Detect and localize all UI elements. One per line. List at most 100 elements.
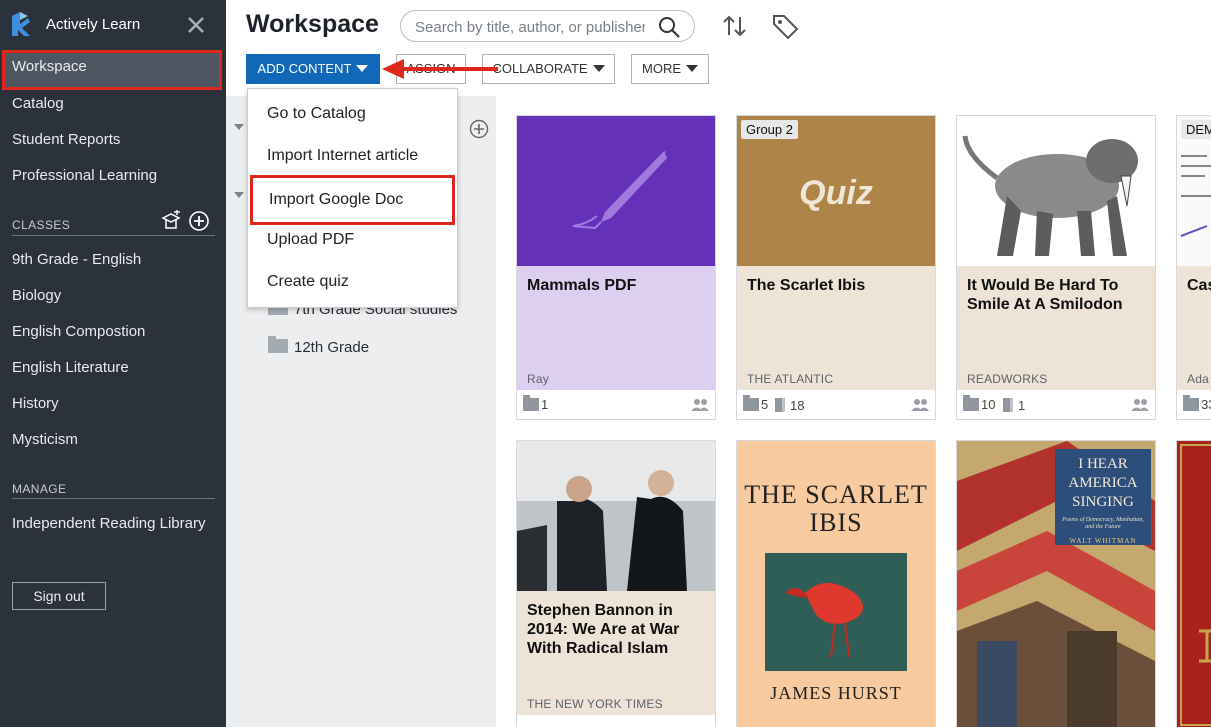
cover-author: WALT WHITMAN [1069, 537, 1137, 545]
book-cover: The Scarlet Ibis James Hurst [737, 441, 935, 727]
card-footer: 5 18 [737, 390, 935, 419]
content-card[interactable] [1176, 440, 1211, 727]
collaborate-button[interactable]: COLLABORATE [482, 54, 615, 84]
card-title: Mammals PDF [527, 277, 637, 294]
book-cover [1177, 441, 1211, 727]
class-label: History [12, 395, 59, 412]
class-actions [160, 210, 210, 232]
quill-icon [572, 151, 667, 230]
card-cover [957, 116, 1155, 266]
nav-workspace[interactable]: Workspace [2, 50, 222, 90]
nav-label: Student Reports [12, 131, 121, 148]
card-source: Ada [1187, 372, 1209, 386]
menu-upload-pdf[interactable]: Upload PDF [248, 220, 457, 260]
book-count-value: 1 [1018, 398, 1026, 413]
card-body: Cas Ada [1177, 266, 1211, 390]
cover-author: James Hurst [770, 683, 902, 703]
card-footer: 1 [517, 390, 715, 419]
class-item[interactable]: 9th Grade - English [2, 243, 222, 277]
group-badge: Group 2 [741, 120, 798, 139]
nav-professional-learning[interactable]: Professional Learning [2, 159, 222, 193]
news-photo [517, 441, 715, 591]
more-button[interactable]: MORE [631, 54, 709, 84]
folder-count: 1 [523, 395, 549, 412]
more-label: MORE [642, 61, 681, 76]
card-cover [517, 441, 715, 591]
folder-count-value: 5 [761, 397, 769, 412]
book-cover: I Hear America Singing Poems of Democrac… [957, 441, 1155, 727]
class-item[interactable]: English Literature [2, 351, 222, 385]
caret-down-icon[interactable] [234, 192, 244, 198]
folder-count-value: 33 [1201, 397, 1211, 412]
nav-student-reports[interactable]: Student Reports [2, 123, 222, 157]
demo-badge: DEM [1181, 120, 1211, 139]
people-icon [691, 399, 709, 411]
content-card[interactable]: DEM Cas Ada 33 [1176, 115, 1211, 420]
tag-icon[interactable] [770, 11, 800, 41]
sort-icon[interactable] [720, 11, 750, 41]
add-circle-icon[interactable] [188, 210, 210, 232]
card-body: Mammals PDF Ray [517, 266, 715, 390]
folder-count: 5 [743, 395, 769, 412]
content-card[interactable]: The Scarlet Ibis James Hurst [736, 440, 936, 727]
menu-import-google-doc[interactable]: Import Google Doc [250, 175, 455, 225]
search-box [400, 10, 695, 42]
sign-out-button[interactable]: Sign out [12, 582, 106, 610]
menu-create-quiz[interactable]: Create quiz [248, 262, 457, 302]
card-source: THE NEW YORK TIMES [527, 697, 663, 711]
people-icon [1131, 399, 1149, 411]
folder-count-value: 1 [541, 397, 549, 412]
folder-item[interactable]: 12th Grade [268, 336, 369, 359]
menu-import-internet-article[interactable]: Import Internet article [248, 136, 457, 176]
folder-icon [268, 336, 288, 353]
content-grid: Mammals PDF Ray 1 Quiz Group 2 The Scarl… [496, 96, 1211, 727]
class-item[interactable]: English Compostion [2, 315, 222, 349]
folder-count: 33 [1183, 395, 1211, 412]
card-title: The Scarlet Ibis [747, 277, 866, 294]
divider [12, 235, 215, 236]
menu-go-to-catalog[interactable]: Go to Catalog [248, 94, 457, 134]
folder-count-value: 10 [981, 397, 996, 412]
folder-icon [743, 395, 759, 411]
content-card[interactable]: Stephen Bannon in 2014: We Are at War Wi… [516, 440, 716, 727]
manage-label: Independent Reading Library [12, 515, 206, 532]
nav-label: Professional Learning [12, 167, 158, 184]
add-folder-icon[interactable] [469, 119, 489, 139]
actively-learn-logo-icon [12, 12, 30, 36]
independent-reading-library[interactable]: Independent Reading Library [2, 507, 222, 541]
nav-label: Catalog [12, 95, 64, 112]
card-source: Ray [527, 372, 549, 386]
nav-catalog[interactable]: Catalog [2, 87, 222, 121]
class-label: English Literature [12, 359, 129, 376]
add-content-label: ADD CONTENT [257, 61, 352, 76]
search-input[interactable] [415, 17, 645, 37]
add-content-button[interactable]: ADD CONTENT [246, 54, 380, 84]
content-card[interactable]: I Hear America Singing Poems of Democrac… [956, 440, 1156, 727]
content-card[interactable]: It Would Be Hard To Smile At A Smilodon … [956, 115, 1156, 420]
class-item[interactable]: Mysticism [2, 423, 222, 457]
book-count: 1 [1003, 398, 1026, 413]
cover-text: Quiz [799, 174, 873, 212]
card-title: It Would Be Hard To Smile At A Smilodon [967, 277, 1123, 313]
card-title: Stephen Bannon in 2014: We Are at War Wi… [527, 602, 680, 657]
cover-title: I Hear America Singing [1068, 456, 1138, 510]
divider [12, 498, 215, 499]
card-source: READWORKS [967, 372, 1048, 386]
card-body: It Would Be Hard To Smile At A Smilodon … [957, 266, 1155, 390]
card-footer: 10 1 [957, 390, 1155, 419]
card-title: Cas [1187, 277, 1211, 294]
collaborate-label: COLLABORATE [492, 61, 588, 76]
caret-down-icon [356, 65, 369, 72]
content-card[interactable]: Mammals PDF Ray 1 [516, 115, 716, 420]
folder-icon [963, 395, 979, 411]
content-card[interactable]: Quiz Group 2 The Scarlet Ibis THE ATLANT… [736, 115, 936, 420]
add-class-cap-icon[interactable] [160, 210, 182, 232]
search-icon[interactable] [657, 15, 681, 39]
app-name: Actively Learn [46, 16, 141, 33]
class-item[interactable]: History [2, 387, 222, 421]
class-item[interactable]: Biology [2, 279, 222, 313]
caret-down-icon[interactable] [234, 124, 244, 130]
caret-down-icon [592, 65, 605, 72]
card-source: THE ATLANTIC [747, 372, 834, 386]
close-icon[interactable] [186, 15, 206, 35]
